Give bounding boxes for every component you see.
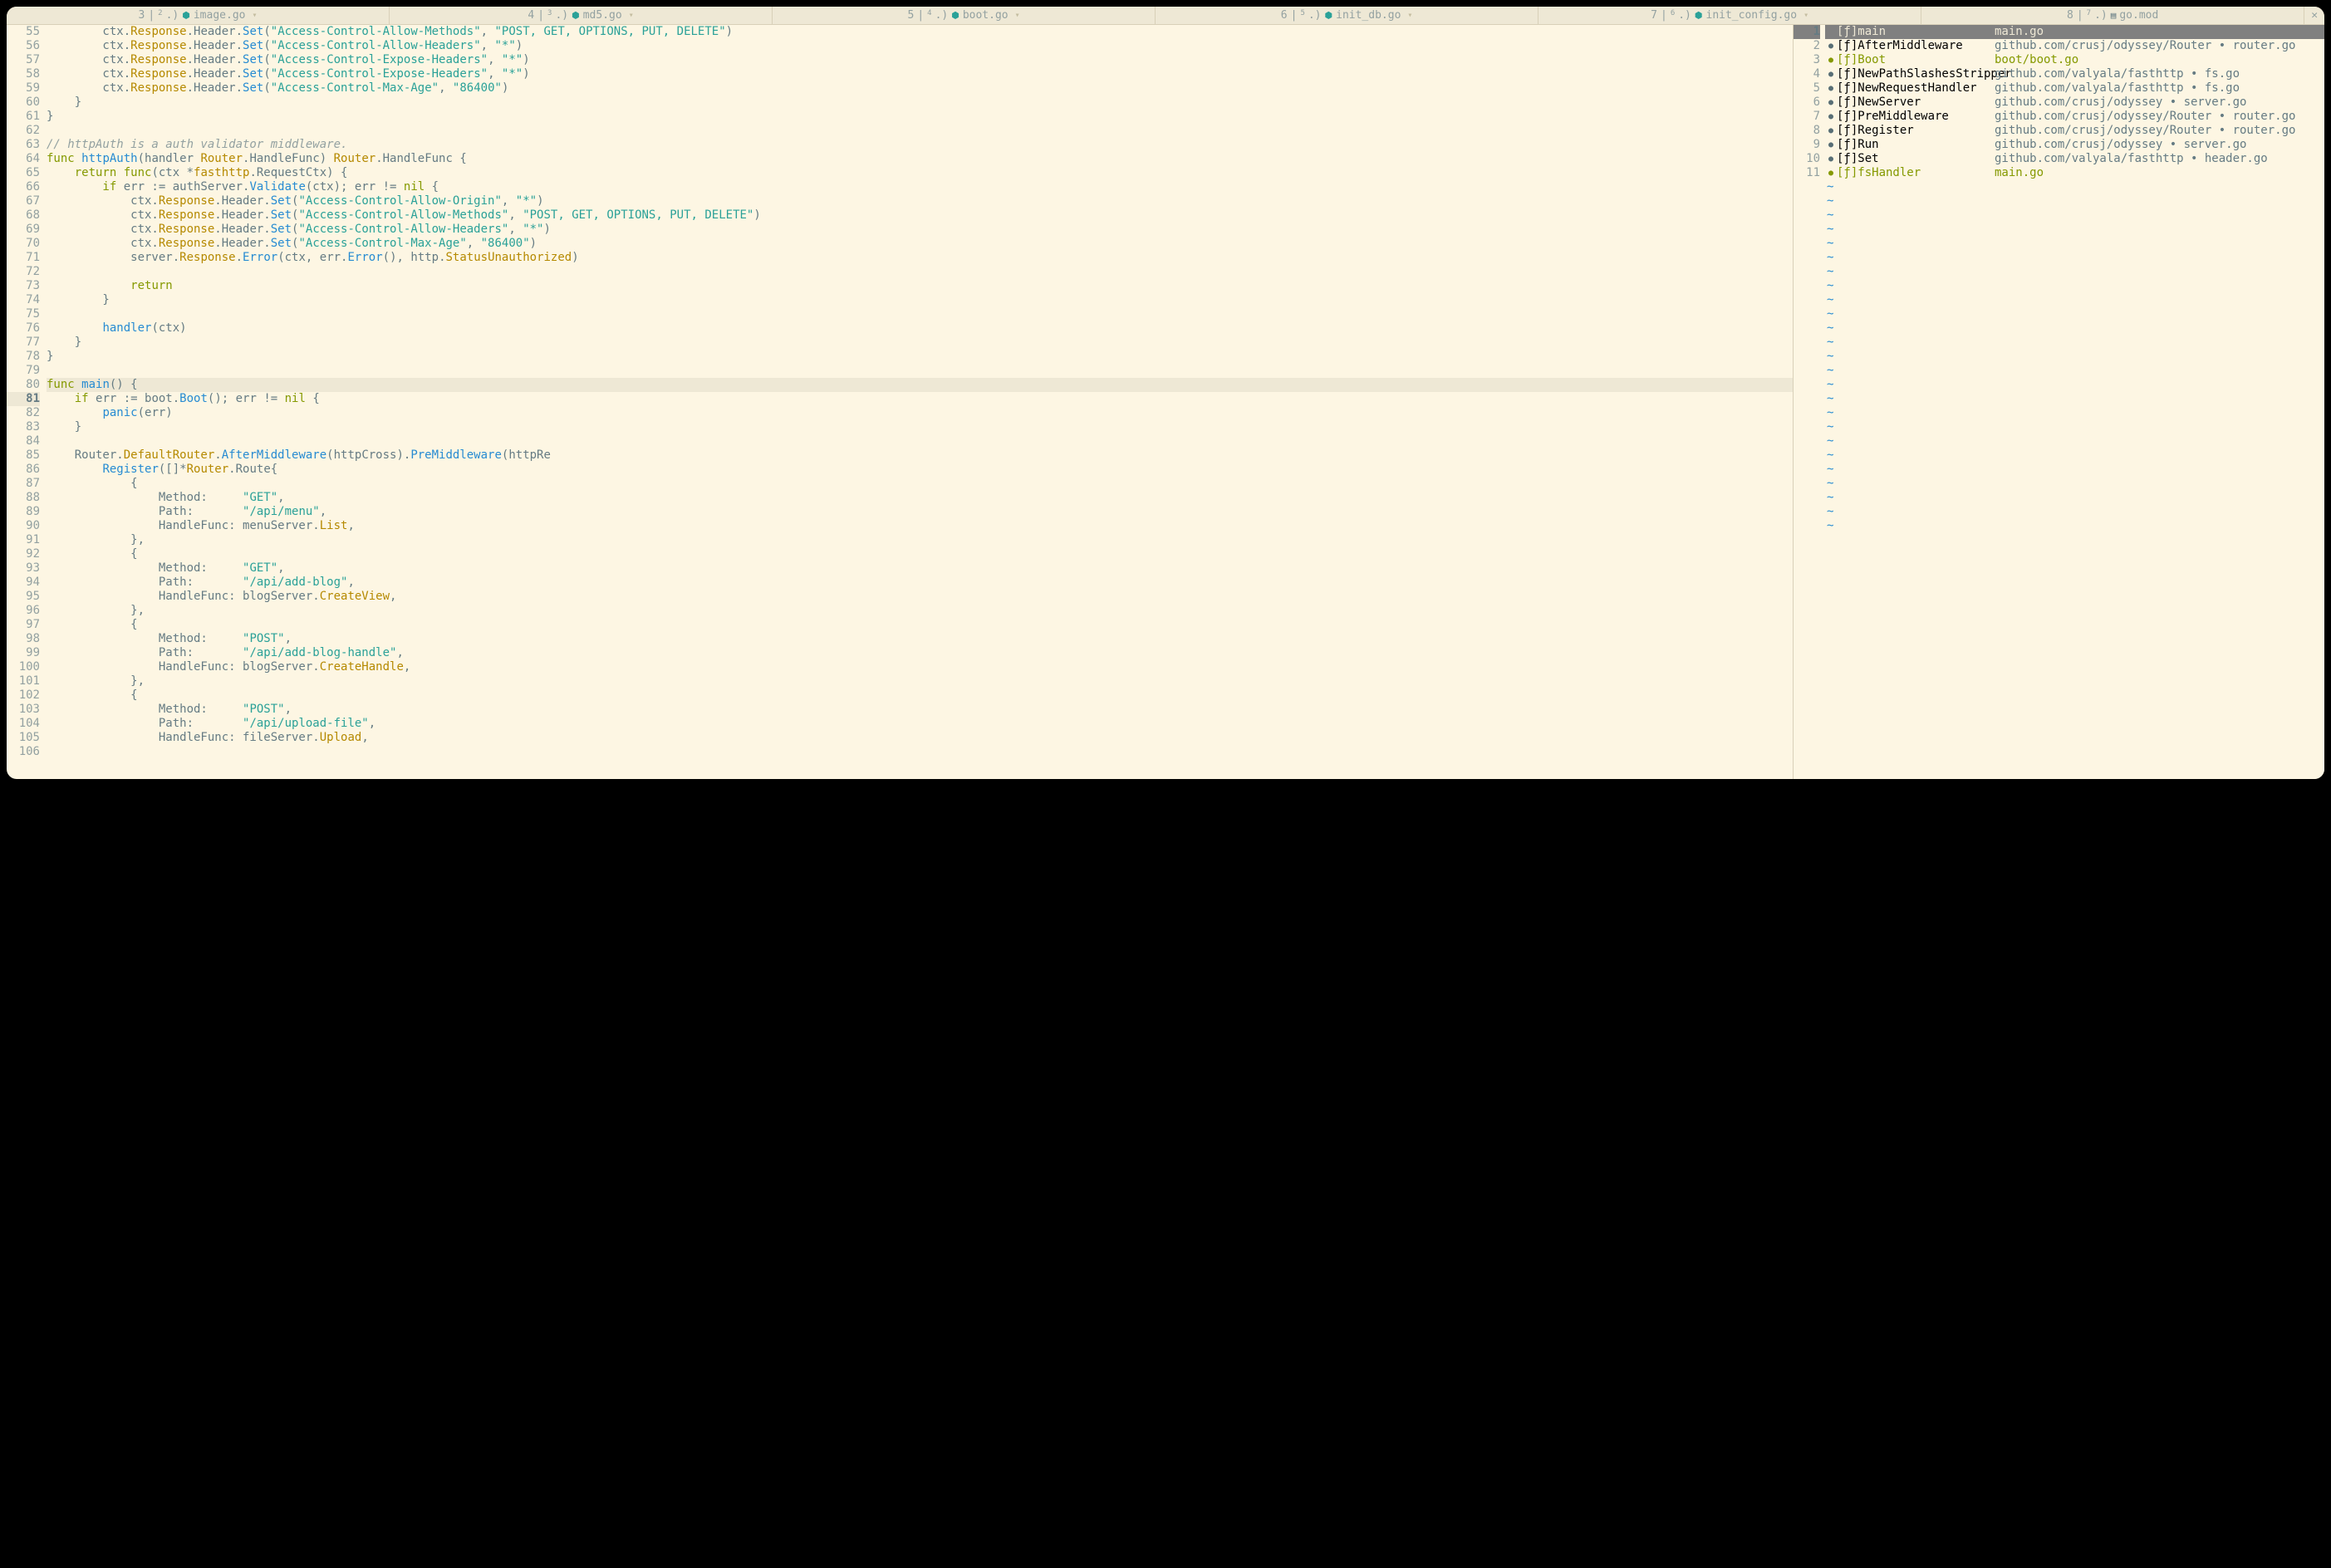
symbol-row[interactable]: ●[ƒ]Registergithub.com/crusj/odyssey/Rou… bbox=[1825, 124, 2324, 138]
chevron-down-icon: ▾ bbox=[1012, 11, 1020, 20]
chevron-down-icon: ▾ bbox=[1800, 11, 1808, 20]
symbol-row[interactable]: ●[ƒ]AfterMiddlewaregithub.com/crusj/odys… bbox=[1825, 39, 2324, 53]
symbols-panel: 1234567891011 ○[ƒ]mainmain.go●[ƒ]AfterMi… bbox=[1793, 25, 2324, 779]
symbol-gutter: 1234567891011 bbox=[1794, 25, 1825, 779]
symbol-row[interactable]: ●[ƒ]Bootboot/boot.go bbox=[1825, 53, 2324, 67]
tab-init-db[interactable]: 6|5.) ⬢ init_db.go▾ bbox=[1156, 7, 1538, 24]
symbol-row[interactable]: ●[ƒ]NewPathSlashesStrippergithub.com/val… bbox=[1825, 67, 2324, 81]
symbol-row[interactable]: ●[ƒ]Setgithub.com/valyala/fasthttp • hea… bbox=[1825, 152, 2324, 166]
tab-image[interactable]: 3|2.) ⬢ image.go▾ bbox=[7, 7, 390, 24]
editor-window: 3|2.) ⬢ image.go▾ 4|3.) ⬢ md5.go▾ 5|4.) … bbox=[7, 7, 2324, 779]
tab-go-mod[interactable]: 8|7.) ▤ go.mod bbox=[1921, 7, 2304, 24]
close-icon[interactable]: ✕ bbox=[2304, 9, 2324, 22]
go-icon: ⬢ bbox=[1695, 10, 1703, 21]
tab-init-config[interactable]: 7|6.) ⬢ init_config.go▾ bbox=[1538, 7, 1921, 24]
symbol-row[interactable]: ●[ƒ]PreMiddlewaregithub.com/crusj/odysse… bbox=[1825, 110, 2324, 124]
symbol-row[interactable]: ●[ƒ]Rungithub.com/crusj/odyssey • server… bbox=[1825, 138, 2324, 152]
chevron-down-icon: ▾ bbox=[1404, 11, 1412, 20]
go-icon: ⬢ bbox=[1325, 10, 1333, 21]
symbol-list: ○[ƒ]mainmain.go●[ƒ]AfterMiddlewaregithub… bbox=[1825, 25, 2324, 779]
main-area: 5556575859606162636465666768697071727374… bbox=[7, 25, 2324, 779]
code-body[interactable]: ctx.Response.Header.Set("Access-Control-… bbox=[47, 25, 1793, 779]
symbol-row[interactable]: ●[ƒ]NewServergithub.com/crusj/odyssey • … bbox=[1825, 96, 2324, 110]
code-editor[interactable]: 5556575859606162636465666768697071727374… bbox=[7, 25, 1793, 779]
tab-boot[interactable]: 5|4.) ⬢ boot.go▾ bbox=[773, 7, 1156, 24]
symbol-row[interactable]: ○[ƒ]mainmain.go bbox=[1825, 25, 2324, 39]
symbol-row[interactable]: ●[ƒ]fsHandlermain.go bbox=[1825, 166, 2324, 180]
symbol-row[interactable]: ●[ƒ]NewRequestHandlergithub.com/valyala/… bbox=[1825, 81, 2324, 96]
go-icon: ⬢ bbox=[572, 10, 580, 21]
file-icon: ▤ bbox=[2111, 10, 2117, 21]
line-gutter: 5556575859606162636465666768697071727374… bbox=[7, 25, 47, 779]
go-icon: ⬢ bbox=[951, 10, 959, 21]
tab-md5[interactable]: 4|3.) ⬢ md5.go▾ bbox=[390, 7, 773, 24]
chevron-down-icon: ▾ bbox=[626, 11, 634, 20]
go-icon: ⬢ bbox=[182, 10, 190, 21]
chevron-down-icon: ▾ bbox=[248, 11, 257, 20]
tab-bar: 3|2.) ⬢ image.go▾ 4|3.) ⬢ md5.go▾ 5|4.) … bbox=[7, 7, 2324, 25]
